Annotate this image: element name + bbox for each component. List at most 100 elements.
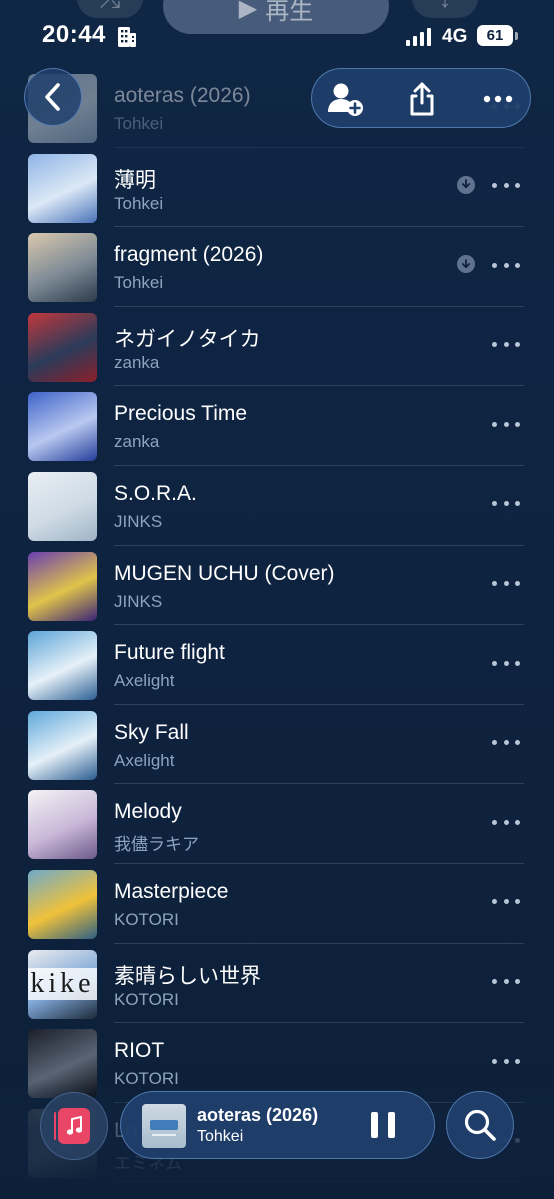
more-dot-icon (492, 660, 497, 666)
song-title: S.O.R.A. (114, 481, 197, 505)
song-row[interactable]: S.O.R.A. JINKS (0, 466, 554, 546)
song-artist: zanka (114, 352, 160, 372)
more-dot-icon (503, 581, 509, 587)
album-artwork: kike (28, 949, 97, 1019)
more-dot-icon (515, 262, 520, 268)
more-dot-icon (515, 342, 520, 348)
song-row[interactable]: Future flight Axelight (0, 625, 554, 705)
more-dot-icon (503, 899, 509, 905)
pause-button[interactable] (371, 1112, 395, 1138)
add-collaborator-button[interactable] (316, 69, 376, 129)
add-person-icon (328, 83, 363, 116)
mini-player-artwork (142, 1104, 186, 1148)
song-artist: 我儘ラキア (114, 835, 199, 855)
song-artist: Tohkei (114, 114, 164, 133)
song-artist: KOTORI (114, 909, 179, 929)
mini-player-title: aoteras (2026) (197, 1105, 319, 1125)
header-actions (311, 68, 531, 128)
album-artwork (28, 392, 97, 462)
more-dot-icon (492, 979, 497, 985)
song-artist: Tohkei (114, 193, 164, 213)
song-artist: KOTORI (114, 989, 179, 1009)
music-note-icon (66, 1115, 83, 1135)
album-artwork (28, 790, 97, 860)
more-dot-icon (515, 183, 520, 189)
more-dot-icon (492, 740, 497, 746)
album-artwork (28, 631, 97, 701)
battery-tip (515, 32, 518, 40)
song-title: aoteras (2026) (114, 84, 251, 107)
song-more-button[interactable] (492, 731, 520, 755)
more-dot-icon (515, 421, 520, 427)
song-title: 薄明 (114, 168, 156, 192)
more-dot-icon (503, 660, 509, 666)
download-all-button[interactable]: ↓ (412, 0, 478, 18)
more-dot-icon (515, 740, 520, 746)
song-title: Sky Fall (114, 720, 189, 744)
song-title: Masterpiece (114, 879, 229, 903)
song-artist: Tohkei (114, 273, 164, 293)
song-more-button[interactable] (492, 970, 520, 994)
song-more-button[interactable] (492, 651, 520, 675)
song-row[interactable]: Precious Time zanka (0, 386, 554, 466)
album-artwork-text: kike (28, 967, 97, 1000)
album-artwork (28, 551, 97, 621)
song-more-button[interactable] (492, 492, 520, 516)
more-icon (483, 95, 513, 103)
song-more-button[interactable] (492, 333, 520, 357)
battery-level: 61 (477, 25, 513, 46)
pause-icon (371, 1112, 378, 1138)
song-artist: zanka (114, 432, 160, 452)
more-dot-icon (515, 899, 520, 905)
song-more-button[interactable] (492, 810, 520, 834)
more-dot-icon (503, 421, 509, 427)
search-button[interactable] (446, 1091, 514, 1159)
album-artwork (28, 471, 97, 541)
song-more-button[interactable] (492, 890, 520, 914)
more-dot-icon (492, 421, 497, 427)
shuffle-button[interactable]: ⤮ (77, 0, 143, 18)
song-row[interactable]: Masterpiece KOTORI (0, 864, 554, 944)
more-dot-icon (515, 1058, 520, 1064)
more-options-button[interactable] (468, 69, 528, 129)
share-icon (410, 82, 434, 116)
network-type: 4G (442, 26, 468, 47)
library-button[interactable] (40, 1092, 108, 1160)
song-more-button[interactable] (492, 572, 520, 596)
more-dot-icon (492, 501, 497, 507)
song-more-button[interactable] (492, 253, 520, 277)
more-dot-icon (503, 262, 509, 268)
song-row[interactable]: Melody 我儘ラキア (0, 784, 554, 864)
song-row[interactable]: Sky Fall Axelight (0, 705, 554, 785)
song-row[interactable]: kike 素晴らしい世界 KOTORI (0, 944, 554, 1024)
song-more-button[interactable] (492, 1049, 520, 1073)
downloaded-icon (457, 255, 475, 274)
status-bar: 20:44 4G 61 (0, 18, 554, 58)
more-dot-icon (503, 501, 509, 507)
song-row[interactable]: 薄明 Tohkei (0, 148, 554, 228)
song-row[interactable]: ネガイノタイカ zanka (0, 307, 554, 387)
more-dot-icon (503, 819, 509, 825)
share-button[interactable] (392, 69, 452, 129)
song-title: ネガイノタイカ (114, 327, 261, 351)
album-artwork (28, 312, 97, 382)
song-row[interactable]: MUGEN UCHU (Cover) JINKS (0, 546, 554, 626)
more-dot-icon (492, 262, 497, 268)
song-more-button[interactable] (492, 174, 520, 198)
song-title: 素晴らしい世界 (114, 964, 261, 988)
song-artist: JINKS (114, 591, 163, 611)
more-dot-icon (492, 899, 497, 905)
more-dot-icon (492, 342, 497, 348)
song-title: fragment (2026) (114, 243, 264, 267)
chevron-left-icon (45, 83, 60, 111)
back-button[interactable] (24, 68, 82, 126)
song-row[interactable]: fragment (2026) Tohkei (0, 227, 554, 307)
mini-player[interactable]: aoteras (2026) Tohkei (120, 1091, 435, 1159)
playlist-screen: ⤮ ▶ 再生 ↓ aoteras (2026)Tohkei薄明Tohkeifra… (0, 0, 554, 1199)
more-dot-icon (515, 581, 520, 587)
more-dot-icon (503, 183, 509, 189)
song-more-button[interactable] (492, 412, 520, 436)
more-dot-icon (515, 501, 520, 507)
more-dot-icon (515, 660, 520, 666)
downloaded-icon (457, 175, 475, 194)
